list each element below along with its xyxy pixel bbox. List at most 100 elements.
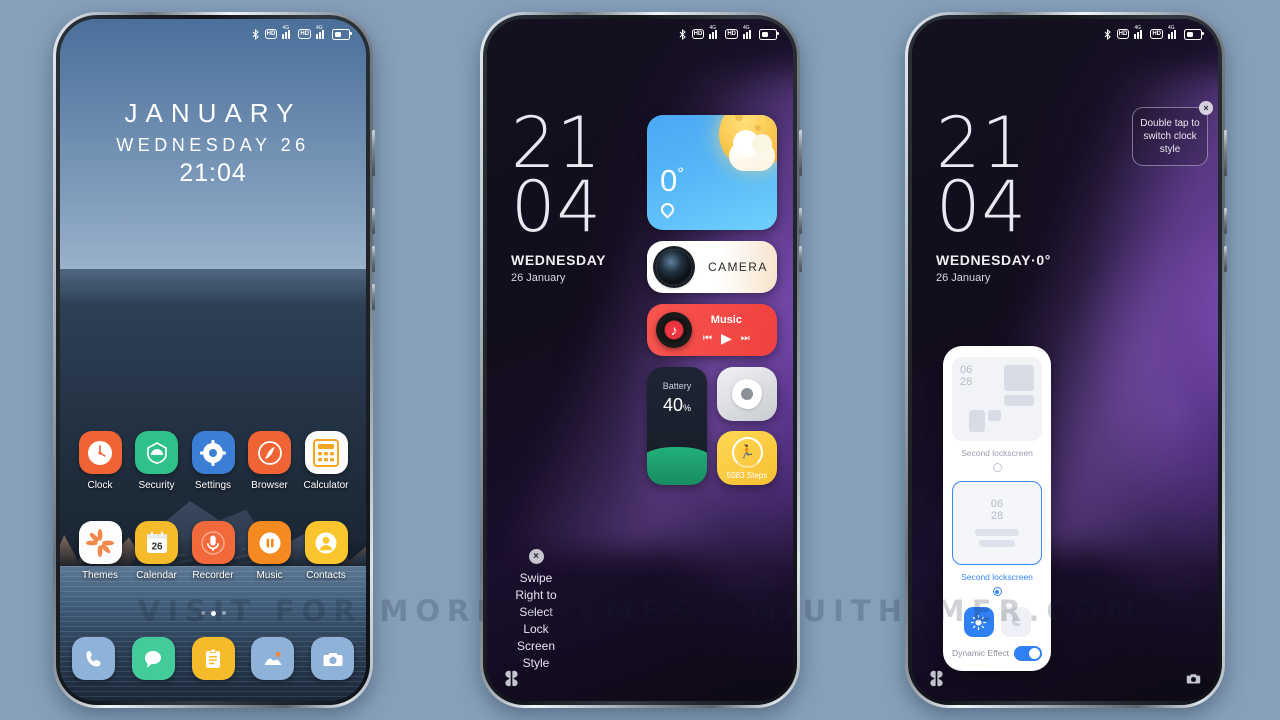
camera-icon[interactable] bbox=[311, 637, 354, 680]
preview-block bbox=[969, 410, 985, 432]
battery-widget[interactable]: Battery 40% bbox=[647, 367, 707, 485]
widget-column: 0° CAMERA ♪ Music ⏮ ▶ ⏭ Battery 40% 🏃 50… bbox=[647, 115, 777, 485]
clock-date: 26 January bbox=[936, 271, 991, 284]
volume-down-button[interactable] bbox=[372, 208, 375, 234]
style-radio-2[interactable] bbox=[992, 587, 1002, 596]
style-preview-1[interactable]: 06 28 bbox=[952, 357, 1042, 441]
clover-icon[interactable] bbox=[928, 670, 945, 687]
page-dot-active bbox=[210, 611, 216, 616]
power-button[interactable] bbox=[1224, 246, 1227, 272]
signal-icon-1: 4G bbox=[709, 25, 720, 39]
calculator-icon bbox=[304, 431, 348, 474]
close-icon[interactable]: × bbox=[1199, 101, 1213, 115]
bluetooth-icon bbox=[679, 28, 686, 40]
signal-icon-2: 4G bbox=[1168, 25, 1179, 39]
battery-icon bbox=[1184, 28, 1204, 40]
music-widget[interactable]: ♪ Music ⏮ ▶ ⏭ bbox=[647, 304, 777, 356]
mode-toggle-group bbox=[952, 607, 1042, 637]
lockscreen-clock[interactable]: 21 04 WEDNESDAY 26 January bbox=[511, 108, 606, 284]
battery-label: Battery bbox=[662, 381, 692, 391]
dynamic-effect-toggle[interactable] bbox=[1014, 646, 1042, 661]
moon-icon[interactable] bbox=[1000, 607, 1031, 637]
volume-up-button[interactable] bbox=[1224, 130, 1227, 176]
double-tap-hint: × Double tap to switch clock style bbox=[1132, 101, 1213, 166]
pin-icon bbox=[658, 200, 677, 219]
camera-widget[interactable]: CAMERA bbox=[647, 241, 777, 293]
lockscreen-clock[interactable]: 21 04 WEDNESDAY·0° 26 January bbox=[936, 108, 1051, 284]
volume-up-button[interactable] bbox=[372, 130, 375, 176]
weather-widget[interactable]: 0° bbox=[647, 115, 777, 230]
style-radio-1[interactable] bbox=[992, 463, 1002, 472]
gallery-icon[interactable] bbox=[251, 637, 295, 680]
month-label: JANUARY bbox=[124, 98, 302, 128]
preview-time-2: 06 28 bbox=[990, 498, 1004, 522]
recorder-blob-icon bbox=[732, 379, 762, 409]
app-music[interactable]: Music bbox=[244, 521, 296, 581]
preview-line bbox=[975, 528, 1019, 536]
signal-icon-1: 4G bbox=[1134, 25, 1145, 39]
dynamic-effect-row: Dynamic Effect bbox=[952, 646, 1042, 661]
power-button[interactable] bbox=[372, 246, 375, 272]
app-label: Recorder bbox=[192, 570, 234, 581]
phone-style-picker: HD 4G HD 4G 21 04 WEDNESDAY·0° 26 Januar… bbox=[905, 12, 1227, 708]
next-button[interactable]: ⏭ bbox=[741, 333, 750, 344]
app-clock[interactable]: Clock bbox=[74, 431, 126, 491]
preview-block bbox=[1004, 365, 1034, 391]
person-icon bbox=[304, 521, 348, 564]
swipe-hint: × Swipe Right to Select Lock Screen Styl… bbox=[505, 549, 567, 672]
calendar-icon: 26 bbox=[135, 521, 178, 564]
weekday-date-label: WEDNESDAY 26 bbox=[116, 134, 310, 155]
app-calculator[interactable]: Calculator bbox=[300, 431, 352, 491]
steps-widget[interactable]: 🏃 5083 Steps bbox=[717, 431, 777, 485]
battery-icon bbox=[759, 28, 779, 40]
phone-home-screen: HD 4G HD 4G JANUARY WEDNESDAY 26 21:04 C… bbox=[53, 12, 375, 708]
app-grid-row-1: Clock Security Settings Browser Calculat… bbox=[74, 431, 352, 491]
app-label: Settings bbox=[194, 480, 232, 491]
play-button[interactable]: ▶ bbox=[721, 330, 732, 347]
status-bar: HD 4G HD 4G bbox=[487, 19, 793, 49]
hd-icon-2: HD bbox=[298, 29, 311, 39]
app-label: Security bbox=[138, 480, 175, 491]
recorder-widget[interactable] bbox=[717, 367, 777, 421]
notes-icon[interactable] bbox=[191, 637, 235, 680]
flower-icon bbox=[78, 521, 122, 564]
battery-fill bbox=[647, 447, 707, 485]
app-settings[interactable]: Settings bbox=[187, 431, 239, 491]
double-tap-hint-text: Double tap to switch clock style bbox=[1140, 118, 1200, 156]
battery-icon bbox=[332, 28, 352, 40]
app-themes[interactable]: Themes bbox=[74, 521, 126, 581]
app-calendar[interactable]: 26 Calendar bbox=[131, 521, 183, 581]
svg-text:26: 26 bbox=[151, 541, 163, 552]
bluetooth-icon bbox=[1104, 28, 1111, 40]
app-browser[interactable]: Browser bbox=[244, 431, 296, 491]
camera-icon[interactable] bbox=[1185, 670, 1202, 687]
signal-icon-2: 4G bbox=[743, 25, 754, 39]
power-button[interactable] bbox=[799, 246, 802, 272]
clover-icon[interactable] bbox=[503, 670, 520, 687]
preview-block bbox=[1004, 395, 1034, 406]
app-label: Music bbox=[256, 570, 283, 581]
app-recorder[interactable]: Recorder bbox=[187, 521, 239, 581]
bottom-nav bbox=[928, 670, 1202, 687]
close-icon[interactable]: × bbox=[528, 549, 544, 564]
volume-down-button[interactable] bbox=[1224, 208, 1227, 234]
app-contacts[interactable]: Contacts bbox=[300, 521, 352, 581]
clock-icon bbox=[78, 431, 122, 474]
sun-icon[interactable] bbox=[963, 607, 994, 637]
side-button[interactable] bbox=[372, 284, 375, 310]
time-label: 21:04 bbox=[179, 158, 247, 187]
style-label-1: Second lockscreen bbox=[961, 448, 1033, 458]
steps-value: 5083 Steps bbox=[726, 470, 768, 480]
message-icon[interactable] bbox=[131, 637, 175, 680]
app-label: Browser bbox=[251, 480, 288, 491]
prev-button[interactable]: ⏮ bbox=[703, 333, 712, 344]
clock-date: 26 January bbox=[511, 271, 566, 284]
preview-block bbox=[988, 410, 1001, 421]
page-indicator[interactable] bbox=[60, 611, 366, 616]
volume-up-button[interactable] bbox=[799, 130, 802, 176]
weather-temperature: 0° bbox=[660, 163, 685, 198]
volume-down-button[interactable] bbox=[799, 208, 802, 234]
style-preview-2[interactable]: 06 28 bbox=[952, 481, 1042, 565]
phone-icon[interactable] bbox=[72, 637, 115, 680]
app-security[interactable]: Security bbox=[131, 431, 183, 491]
